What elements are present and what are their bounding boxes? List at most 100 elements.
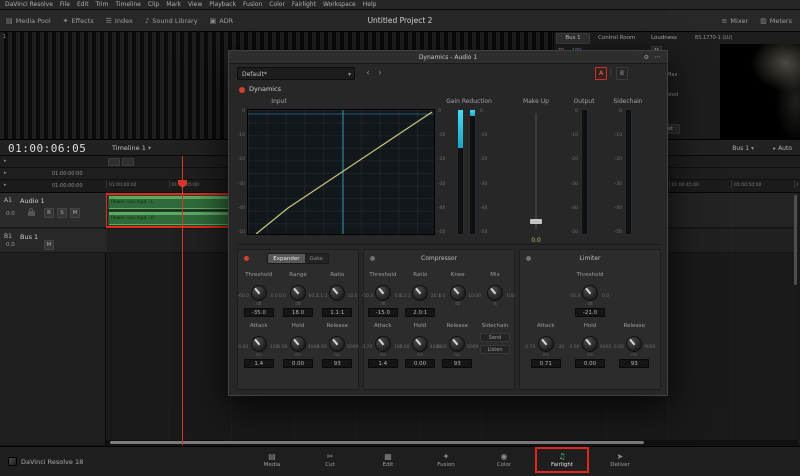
- page-button[interactable]: ◉ Color: [480, 450, 528, 470]
- toolbar-button[interactable]: ✦ Effects: [63, 17, 94, 25]
- knob-cell[interactable]: Threshold -60.0 0.0 dB -35.0: [240, 271, 277, 317]
- expander-enable-dot[interactable]: [244, 256, 249, 261]
- menu-item[interactable]: View: [188, 1, 202, 8]
- knob-cell[interactable]: Hold 0.00 4000 ms 0.00: [402, 322, 439, 368]
- menu-item[interactable]: Edit: [77, 1, 89, 8]
- makeup-slider-track[interactable]: [535, 113, 537, 229]
- track-gain[interactable]: 0.0: [6, 211, 15, 217]
- mute-button[interactable]: M: [70, 208, 80, 218]
- page-button[interactable]: ▦ Edit: [364, 450, 412, 470]
- knob-value[interactable]: 93: [322, 359, 352, 368]
- knob-cell[interactable]: Release 0.00 9000 ms 93: [616, 322, 653, 368]
- knob-cell[interactable]: Ratio 1.2:1 20:1 2.0:1: [402, 271, 439, 317]
- menu-item[interactable]: Playback: [209, 1, 236, 8]
- more-icon[interactable]: ⋯: [654, 53, 661, 61]
- toolbar-button[interactable]: ☰ Index: [106, 17, 133, 25]
- record-arm-button[interactable]: R: [44, 208, 54, 218]
- knob-value[interactable]: 0.00: [283, 359, 313, 368]
- knob-dial[interactable]: [290, 336, 306, 352]
- menu-item[interactable]: Clip: [148, 1, 159, 8]
- expander-tab[interactable]: Expander: [268, 254, 304, 263]
- ab-compare-a[interactable]: A: [595, 67, 607, 80]
- knob-cell[interactable]: Hold 0.00 4000 ms 0.00: [572, 322, 609, 368]
- knob-dial[interactable]: [329, 336, 345, 352]
- auto-button[interactable]: ▸ Auto: [773, 145, 792, 152]
- audio-clip-right[interactable]: Rower rain.mp4 - R: [108, 211, 229, 226]
- knob-dial[interactable]: [375, 285, 391, 301]
- track-header-b1[interactable]: B1 Bus 1 0.0 M: [0, 229, 106, 253]
- menu-item[interactable]: Workspace: [323, 1, 356, 8]
- knob-cell[interactable]: Threshold -50.0 0.0 dB -21.0: [572, 271, 609, 317]
- playhead[interactable]: [182, 156, 183, 445]
- makeup-slider-handle[interactable]: [530, 219, 542, 224]
- knob-dial[interactable]: [449, 336, 465, 352]
- vertical-scrollbar[interactable]: [794, 195, 797, 285]
- knob-cell[interactable]: Attack 0.70 30 ms 0.71: [527, 322, 564, 368]
- menu-item[interactable]: Help: [363, 1, 377, 8]
- knob-value[interactable]: 0.00: [575, 359, 605, 368]
- solo-button[interactable]: S: [57, 208, 67, 218]
- preset-prev-button[interactable]: ‹: [363, 67, 373, 80]
- knob-cell[interactable]: Ratio 1.1:1 10.0 1.1:1: [319, 271, 356, 317]
- view-toggle-grid[interactable]: [108, 158, 120, 166]
- knob-value[interactable]: -35.0: [244, 308, 274, 317]
- knob-dial[interactable]: [582, 336, 598, 352]
- knob-cell[interactable]: Release 0.00 9000 ms 93: [439, 322, 476, 368]
- page-button[interactable]: ✦ Fusion: [422, 450, 470, 470]
- timecode-display[interactable]: 01:00:06:05: [8, 142, 86, 155]
- menu-item[interactable]: Mark: [166, 1, 181, 8]
- knob-value[interactable]: 93: [442, 359, 472, 368]
- sidechain-listen-button[interactable]: Listen: [480, 345, 510, 354]
- ab-compare-b[interactable]: B: [616, 67, 628, 80]
- menu-item[interactable]: File: [60, 1, 70, 8]
- dynamics-titlebar[interactable]: Dynamics - Audio 1 ⚙ ⋯: [229, 51, 667, 64]
- knob-cell[interactable]: Release 0.00 9000 ms 93: [319, 322, 356, 368]
- track-gain[interactable]: 0.0: [6, 242, 15, 248]
- h-scroll-track[interactable]: [106, 440, 798, 445]
- knob-value[interactable]: 1.1:1: [322, 308, 352, 317]
- knob-cell[interactable]: Attack 0.00 100 ms 1.4: [240, 322, 277, 368]
- knob-dial[interactable]: [412, 285, 428, 301]
- control-room-label[interactable]: Control Room: [598, 35, 635, 41]
- page-button[interactable]: ➤ Deliver: [596, 450, 644, 470]
- knob-cell[interactable]: Range 0.0 60.1 dB 18.0: [280, 271, 317, 317]
- sidechain-send-button[interactable]: Send: [480, 333, 510, 342]
- knob-value[interactable]: 1.4: [244, 359, 274, 368]
- knob-dial[interactable]: [375, 336, 391, 352]
- track-header-a1[interactable]: A1 Audio 1 0.0 R S M: [0, 193, 106, 228]
- knob-value[interactable]: 1.4: [368, 359, 398, 368]
- knob-dial[interactable]: [251, 336, 267, 352]
- knob-cell[interactable]: Mix 0 100 %: [477, 271, 514, 317]
- timeline-selector[interactable]: Timeline 1 ▾: [112, 144, 151, 152]
- knob-dial[interactable]: [450, 285, 466, 301]
- knob-value[interactable]: 0.71: [531, 359, 561, 368]
- page-button[interactable]: ✂ Cut: [306, 450, 354, 470]
- knob-cell[interactable]: Hold 0.00 4000 ms 0.00: [280, 322, 317, 368]
- menu-item[interactable]: Trim: [96, 1, 109, 8]
- dynamics-enable-dot[interactable]: [239, 87, 245, 93]
- h-scroll-thumb[interactable]: [110, 441, 644, 444]
- menu-item[interactable]: DaVinci Resolve: [5, 1, 53, 8]
- compressor-enable-dot[interactable]: [370, 256, 375, 261]
- knob-value[interactable]: -21.0: [575, 308, 605, 317]
- preset-dropdown[interactable]: Default* ▾: [237, 67, 355, 80]
- knob-value[interactable]: 0.00: [405, 359, 435, 368]
- knob-cell[interactable]: Knee 0.0 10.0 dB: [439, 271, 476, 317]
- mute-button[interactable]: M: [44, 240, 54, 250]
- knob-dial[interactable]: [538, 336, 554, 352]
- view-toggle-list[interactable]: [122, 158, 134, 166]
- toolbar-button[interactable]: ▥ Meters: [760, 17, 792, 25]
- knob-dial[interactable]: [626, 336, 642, 352]
- menu-item[interactable]: Timeline: [115, 1, 141, 8]
- knob-dial[interactable]: [251, 285, 267, 301]
- knob-cell[interactable]: Attack 0.70 100 ms 1.4: [364, 322, 401, 368]
- page-button[interactable]: ♫ Fairlight: [538, 450, 586, 470]
- settings-icon[interactable]: ⚙: [644, 54, 649, 61]
- chevron-icon[interactable]: ▸: [4, 170, 7, 176]
- limiter-enable-dot[interactable]: [526, 256, 531, 261]
- knob-value[interactable]: 18.0: [283, 308, 313, 317]
- toolbar-button[interactable]: ♪ Sound Library: [145, 17, 198, 25]
- knob-value[interactable]: 2.0:1: [405, 308, 435, 317]
- page-button[interactable]: ▤ Media: [248, 450, 296, 470]
- knob-value[interactable]: 93: [619, 359, 649, 368]
